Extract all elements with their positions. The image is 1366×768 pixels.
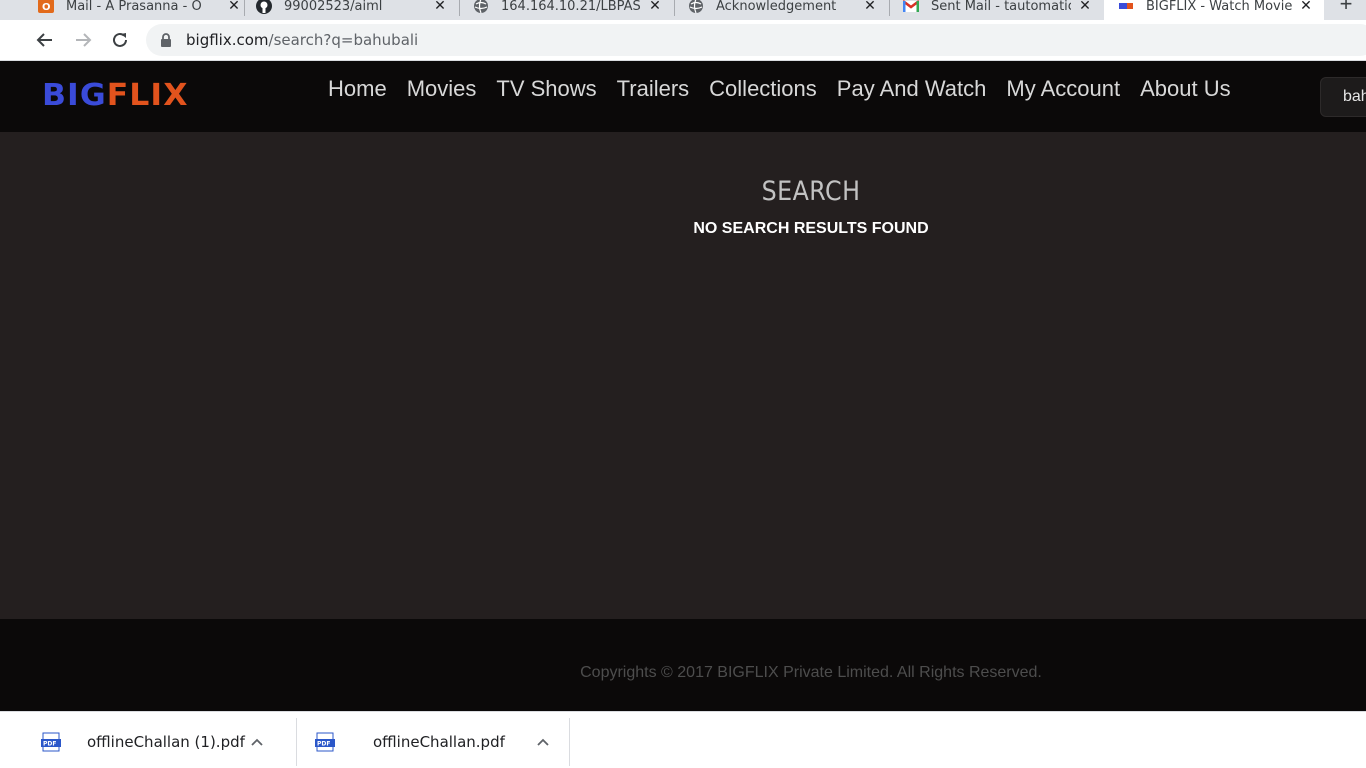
- tab-separator: [889, 0, 890, 16]
- browser-tab-strip: O Mail - A Prasanna - O ✕ 99002523/aiml …: [0, 0, 1366, 20]
- chevron-up-icon[interactable]: [247, 732, 267, 752]
- nav-movies[interactable]: Movies: [397, 75, 487, 103]
- tab-separator: [459, 0, 460, 16]
- close-icon[interactable]: ✕: [862, 0, 878, 14]
- tab-title: 99002523/aiml: [284, 0, 383, 14]
- tab-separator: [244, 0, 245, 16]
- browser-tab-bigflix[interactable]: BIGFLIX - Watch Movie ✕: [1104, 0, 1324, 20]
- browser-tab-acknowledgement[interactable]: Acknowledgement ✕: [688, 0, 878, 20]
- svg-text:PDF: PDF: [43, 741, 56, 748]
- tab-title: Sent Mail - tautomatic: [931, 0, 1071, 14]
- nav-about-us[interactable]: About Us: [1130, 75, 1241, 103]
- logo-part-big: BIG: [42, 78, 107, 113]
- browser-tab-gmail[interactable]: Sent Mail - tautomatic ✕: [903, 0, 1093, 20]
- back-arrow-icon: [36, 33, 52, 47]
- site-footer: Copyrights © 2017 BIGFLIX Private Limite…: [0, 619, 1366, 711]
- pdf-icon: PDF: [41, 732, 61, 752]
- bigflix-logo[interactable]: BIGFLIX: [42, 78, 189, 113]
- nav-collections[interactable]: Collections: [699, 75, 827, 103]
- browser-tab-github[interactable]: 99002523/aiml ✕: [256, 0, 448, 20]
- download-item[interactable]: PDF offlineChallan.pdf: [315, 718, 553, 766]
- download-separator: [296, 718, 297, 766]
- tab-title: 164.164.10.21/LBPASP: [501, 0, 641, 14]
- github-icon: [256, 0, 272, 14]
- download-filename: offlineChallan (1).pdf: [87, 733, 245, 751]
- no-results-message: NO SEARCH RESULTS FOUND: [693, 220, 929, 237]
- reload-icon: [113, 32, 127, 47]
- bigflix-favicon: [1118, 0, 1134, 14]
- gmail-icon: [903, 0, 919, 14]
- forward-button[interactable]: [71, 28, 95, 52]
- address-url: bigflix.com/search?q=bahubali: [186, 31, 418, 49]
- outlook-icon: O: [38, 0, 54, 14]
- tab-title: Mail - A Prasanna - O: [66, 0, 202, 14]
- close-icon[interactable]: ✕: [432, 0, 448, 14]
- page-title: SEARCH: [761, 176, 861, 207]
- globe-icon: [688, 0, 704, 14]
- nav-trailers[interactable]: Trailers: [607, 75, 700, 103]
- close-icon[interactable]: ✕: [1077, 0, 1093, 14]
- address-bar[interactable]: bigflix.com/search?q=bahubali: [146, 24, 1366, 56]
- nav-home[interactable]: Home: [318, 75, 397, 103]
- url-path: /search?q=bahubali: [268, 31, 419, 49]
- nav-tv-shows[interactable]: TV Shows: [486, 75, 606, 103]
- pdf-icon: PDF: [315, 732, 335, 752]
- browser-tab-lbpasp[interactable]: 164.164.10.21/LBPASP ✕: [473, 0, 663, 20]
- nav-pay-and-watch[interactable]: Pay And Watch: [827, 75, 997, 103]
- tab-title: BIGFLIX - Watch Movie: [1146, 0, 1292, 14]
- url-domain: bigflix.com: [186, 31, 269, 49]
- logo-part-flix: FLIX: [106, 78, 189, 113]
- lock-icon: [160, 32, 174, 48]
- download-shelf: PDF offlineChallan (1).pdf PDF offlineCh…: [0, 711, 1366, 768]
- close-icon[interactable]: ✕: [226, 0, 242, 14]
- forward-arrow-icon: [76, 33, 92, 47]
- download-filename: offlineChallan.pdf: [373, 733, 505, 751]
- back-button[interactable]: [33, 28, 57, 52]
- main-nav: Home Movies TV Shows Trailers Collection…: [318, 75, 1241, 103]
- copyright-text: Copyrights © 2017 BIGFLIX Private Limite…: [580, 664, 1042, 681]
- nav-my-account[interactable]: My Account: [996, 75, 1130, 103]
- site-search-input[interactable]: bahubali: [1320, 77, 1366, 117]
- svg-text:O: O: [42, 2, 51, 13]
- tab-separator: [674, 0, 675, 16]
- chevron-up-icon[interactable]: [533, 732, 553, 752]
- download-item[interactable]: PDF offlineChallan (1).pdf: [41, 718, 267, 766]
- close-icon[interactable]: ✕: [1298, 0, 1314, 14]
- globe-icon: [473, 0, 489, 14]
- reload-button[interactable]: [108, 28, 132, 52]
- svg-text:PDF: PDF: [317, 741, 330, 748]
- close-icon[interactable]: ✕: [647, 0, 663, 14]
- new-tab-button[interactable]: +: [1334, 0, 1358, 17]
- tab-title: Acknowledgement: [716, 0, 837, 14]
- site-header: BIGFLIX Home Movies TV Shows Trailers Co…: [0, 61, 1366, 132]
- browser-toolbar: bigflix.com/search?q=bahubali: [0, 20, 1366, 61]
- download-separator: [569, 718, 570, 766]
- browser-tab-outlook[interactable]: O Mail - A Prasanna - O ✕: [38, 0, 242, 20]
- search-results-area: SEARCH NO SEARCH RESULTS FOUND: [0, 132, 1366, 619]
